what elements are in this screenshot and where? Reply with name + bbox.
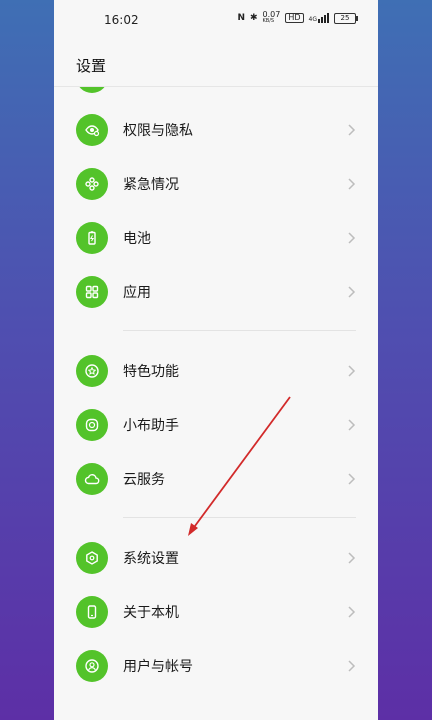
special-features-icon [76, 355, 108, 387]
status-time: 16:02 [104, 13, 139, 27]
chevron-right-icon [346, 363, 356, 379]
menu-item-label: 用户与帐号 [123, 659, 193, 675]
menu-item-label: 紧急情况 [123, 177, 179, 193]
signal-label: 4G [308, 16, 317, 23]
menu-item-battery[interactable]: 电池 [54, 211, 378, 265]
menu-item-cloud[interactable]: 云服务 [54, 452, 378, 506]
page-title: 设置 [76, 57, 107, 75]
battery-status-icon: 25 [334, 12, 358, 24]
chevron-right-icon [346, 122, 356, 138]
apps-icon [76, 276, 108, 308]
status-bar: 16:02 N ✱ 0.07 KB/S HD 4G 25 [54, 0, 378, 40]
menu-item-label: 应用 [123, 285, 151, 301]
group-divider [123, 517, 356, 518]
menu-item-special-features[interactable]: 特色功能 [54, 344, 378, 398]
chevron-right-icon [346, 417, 356, 433]
menu-item-about-phone[interactable]: 关于本机 [54, 585, 378, 639]
bluetooth-icon: ✱ [249, 12, 258, 23]
chevron-right-icon [346, 471, 356, 487]
phone-icon [76, 596, 108, 628]
system-settings-icon [76, 542, 108, 574]
menu-item-privacy[interactable]: 权限与隐私 [54, 103, 378, 157]
hd-icon: HD [285, 13, 304, 23]
menu-item-label: 关于本机 [123, 605, 179, 621]
menu-item-system-settings[interactable]: 系统设置 [54, 531, 378, 585]
emergency-icon [76, 168, 108, 200]
network-speed: 0.07 KB/S [263, 11, 281, 25]
menu-item-user-account[interactable]: 用户与帐号 [54, 639, 378, 693]
menu-item-label: 系统设置 [123, 551, 179, 567]
chevron-right-icon [346, 604, 356, 620]
chevron-right-icon [346, 176, 356, 192]
menu-item-emergency[interactable]: 紧急情况 [54, 157, 378, 211]
menu-item-label: 权限与隐私 [123, 123, 193, 139]
menu-item-label: 小布助手 [123, 418, 179, 434]
user-account-icon [76, 650, 108, 682]
chevron-right-icon [346, 284, 356, 300]
menu-item-label: 云服务 [123, 472, 165, 488]
chevron-right-icon [346, 550, 356, 566]
menu-item-assistant[interactable]: 小布助手 [54, 398, 378, 452]
assistant-icon [76, 409, 108, 441]
chevron-right-icon [346, 230, 356, 246]
group-divider [123, 330, 356, 331]
menu-item-label: 特色功能 [123, 364, 179, 380]
signal-icon: 4G [309, 13, 329, 23]
privacy-icon [76, 114, 108, 146]
menu-item-label: 电池 [123, 231, 151, 247]
settings-screen: 16:02 N ✱ 0.07 KB/S HD 4G 25 设置 权限与隐私 紧急… [54, 0, 378, 720]
network-speed-value: 0.07 [262, 10, 281, 19]
network-speed-unit: KB/S [262, 18, 275, 24]
battery-icon [76, 222, 108, 254]
menu-item-apps[interactable]: 应用 [54, 265, 378, 319]
cloud-icon [76, 463, 108, 495]
nfc-icon: N [237, 12, 245, 23]
status-icons: N ✱ 0.07 KB/S HD 4G 25 [237, 11, 358, 25]
chevron-right-icon [346, 658, 356, 674]
